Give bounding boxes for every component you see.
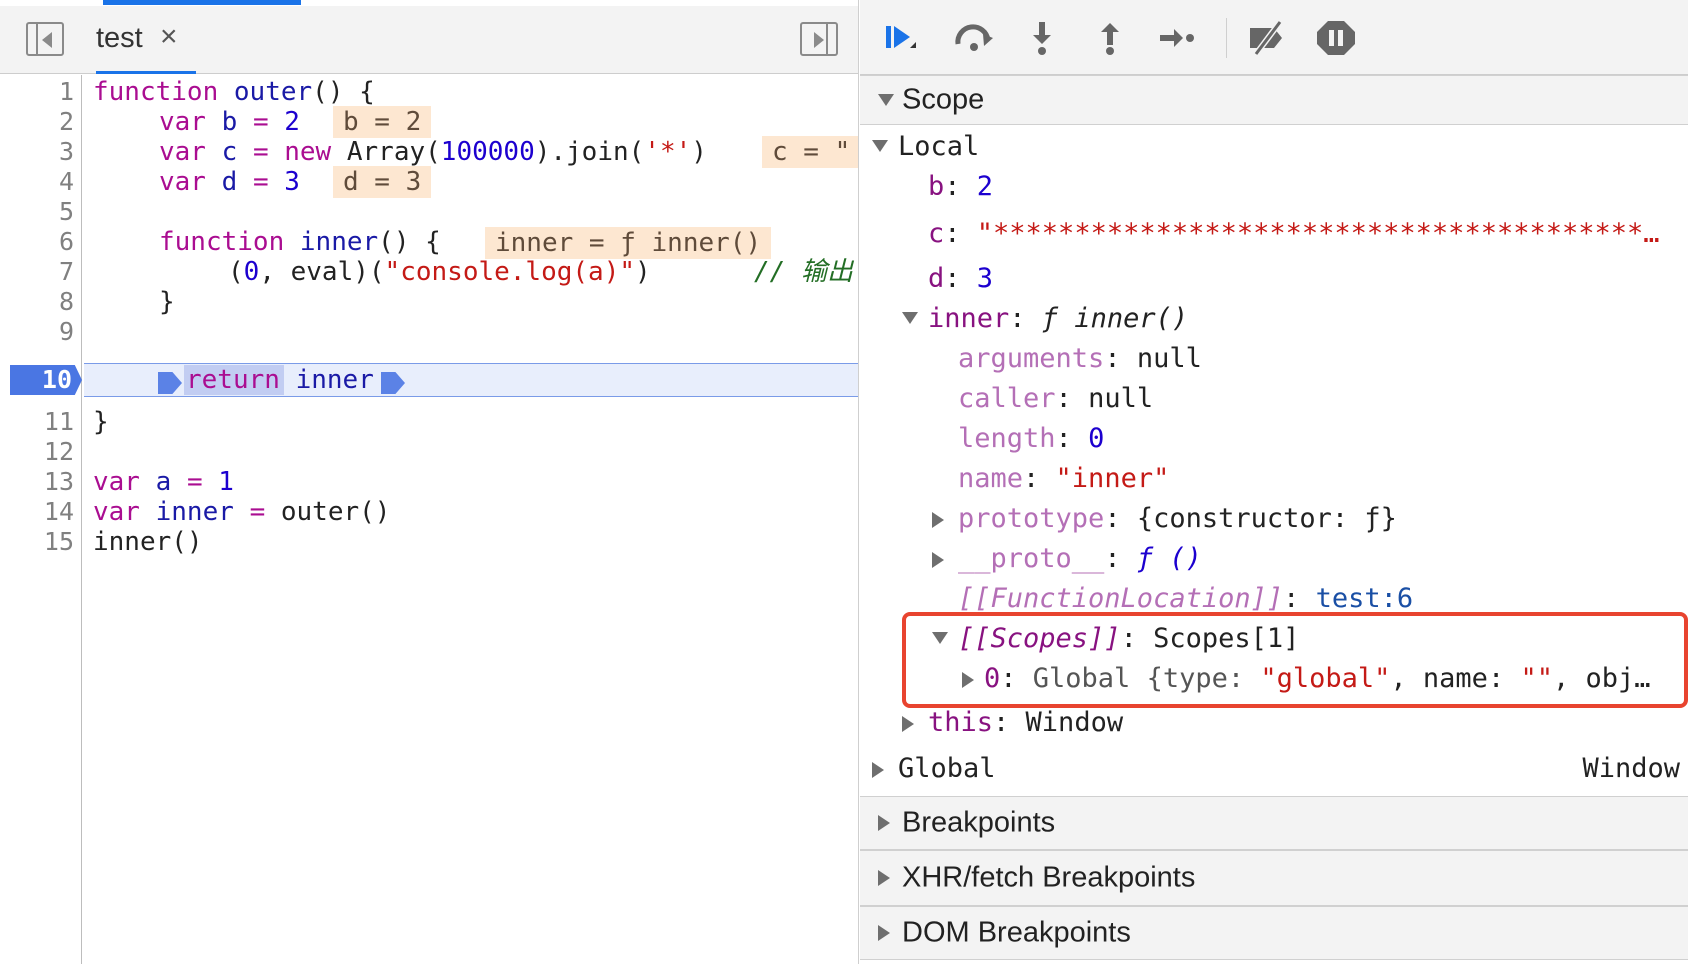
line-number[interactable]: 11 bbox=[0, 406, 74, 438]
line-gutter[interactable]: 1 2 3 4 5 6 7 8 9 11 12 13 14 15 bbox=[0, 75, 82, 964]
scope-var-inner[interactable]: inner: ƒ inner() bbox=[902, 302, 1188, 336]
scope-section-header[interactable]: Scope bbox=[860, 75, 1688, 125]
prop-proto[interactable]: __proto__: ƒ () bbox=[932, 542, 1202, 576]
scope-global-label: Global bbox=[898, 753, 996, 784]
paused-line-number: 10 bbox=[41, 365, 72, 394]
close-tab-icon[interactable]: × bbox=[160, 20, 178, 54]
sources-panel: test × 1 2 3 4 5 6 7 8 9 11 12 13 14 15 … bbox=[0, 0, 859, 964]
active-panel-indicator bbox=[103, 0, 301, 5]
expanded-arrow-icon bbox=[902, 312, 918, 324]
code-line-8: } bbox=[159, 287, 175, 317]
collapsed-arrow-icon bbox=[878, 925, 890, 941]
code-line-13: var a = 1 bbox=[93, 467, 234, 497]
line-number[interactable]: 13 bbox=[0, 466, 74, 498]
collapsed-arrow-icon bbox=[962, 672, 974, 688]
expanded-arrow-icon bbox=[878, 94, 894, 106]
deactivate-breakpoints-icon[interactable] bbox=[1246, 18, 1290, 58]
code-editor[interactable]: 1 2 3 4 5 6 7 8 9 11 12 13 14 15 10 func… bbox=[0, 75, 858, 964]
code-line-14: var inner = outer() bbox=[93, 497, 391, 527]
code-line-1: function outer() { bbox=[93, 77, 375, 107]
scope-global[interactable]: Global Window bbox=[872, 752, 1680, 786]
scope-section-title: Scope bbox=[902, 83, 985, 116]
editor-tab-bar: test × bbox=[0, 6, 858, 74]
tab-test[interactable]: test × bbox=[96, 6, 196, 74]
scope-var-b[interactable]: b: 2 bbox=[928, 170, 993, 204]
prop-arguments[interactable]: arguments: null bbox=[958, 342, 1202, 376]
dom-breakpoints-section-title: DOM Breakpoints bbox=[902, 916, 1131, 949]
inline-value-d: d = 3 bbox=[333, 166, 432, 198]
prop-name[interactable]: name: "inner" bbox=[958, 462, 1169, 496]
code-line-10: return inner bbox=[186, 365, 374, 395]
collapsed-arrow-icon bbox=[878, 815, 890, 831]
inline-value-inner: inner = ƒ inner() bbox=[485, 227, 772, 259]
xhr-breakpoints-section-title: XHR/fetch Breakpoints bbox=[902, 861, 1196, 894]
resume-icon[interactable] bbox=[882, 18, 926, 58]
line-number[interactable]: 14 bbox=[0, 496, 74, 528]
expanded-arrow-icon bbox=[932, 632, 948, 644]
prop-scope-0[interactable]: 0: Global {type: "global", name: "", obj… bbox=[962, 662, 1651, 696]
line-number[interactable]: 9 bbox=[0, 316, 74, 348]
code-line-2: var b = 2 bbox=[159, 107, 300, 137]
pause-on-exceptions-icon[interactable] bbox=[1314, 18, 1358, 58]
collapsed-arrow-icon bbox=[872, 762, 884, 778]
dom-breakpoints-section-header[interactable]: DOM Breakpoints bbox=[860, 906, 1688, 960]
scope-local-label: Local bbox=[898, 131, 980, 162]
toggle-navigator-icon[interactable] bbox=[26, 22, 64, 56]
expanded-arrow-icon bbox=[872, 140, 888, 152]
scope-var-d[interactable]: d: 3 bbox=[928, 262, 993, 296]
prop-function-location[interactable]: [[FunctionLocation]]: test:6 bbox=[958, 582, 1413, 616]
collapsed-arrow-icon bbox=[932, 512, 944, 528]
prop-length[interactable]: length: 0 bbox=[958, 422, 1104, 456]
line-number[interactable]: 6 bbox=[0, 226, 74, 258]
code-line-11: } bbox=[93, 407, 109, 437]
breakpoints-section-header[interactable]: Breakpoints bbox=[860, 796, 1688, 850]
step-over-icon[interactable] bbox=[952, 18, 996, 58]
toolbar-separator bbox=[1226, 18, 1227, 58]
debugger-toolbar bbox=[860, 0, 1688, 75]
line-number[interactable]: 7 bbox=[0, 256, 74, 288]
line-number[interactable]: 3 bbox=[0, 136, 74, 168]
collapsed-arrow-icon bbox=[902, 716, 914, 732]
prop-prototype[interactable]: prototype: {constructor: ƒ} bbox=[932, 502, 1397, 536]
collapsed-arrow-icon bbox=[932, 552, 944, 568]
scope-var-c[interactable]: c: "************************************… bbox=[928, 217, 1660, 251]
inline-value-b: b = 2 bbox=[333, 106, 432, 138]
code-line-4: var d = 3 bbox=[159, 167, 300, 197]
code-line-6: function inner() { bbox=[159, 227, 441, 257]
code-line-15: inner() bbox=[93, 527, 203, 557]
inline-value-c: c = " bbox=[762, 136, 858, 168]
line-number[interactable]: 1 bbox=[0, 76, 74, 108]
line-number[interactable]: 4 bbox=[0, 166, 74, 198]
line-number[interactable]: 12 bbox=[0, 436, 74, 468]
step-icon[interactable] bbox=[1156, 18, 1200, 58]
line-number[interactable]: 8 bbox=[0, 286, 74, 318]
scope-local[interactable]: Local bbox=[872, 130, 979, 164]
step-out-icon[interactable] bbox=[1088, 18, 1132, 58]
xhr-breakpoints-section-header[interactable]: XHR/fetch Breakpoints bbox=[860, 850, 1688, 906]
prop-caller[interactable]: caller: null bbox=[958, 382, 1153, 416]
line-number[interactable]: 15 bbox=[0, 526, 74, 558]
code-comment: // 输出 bbox=[754, 257, 853, 287]
step-into-icon[interactable] bbox=[1020, 18, 1064, 58]
code-line-7: (0, eval)("console.log(a)") bbox=[228, 257, 651, 287]
tab-label: test bbox=[96, 22, 143, 54]
prop-scopes[interactable]: [[Scopes]]: Scopes[1] bbox=[932, 622, 1299, 656]
scope-global-value: Window bbox=[1582, 753, 1680, 784]
line-number[interactable]: 2 bbox=[0, 106, 74, 138]
line-number[interactable]: 5 bbox=[0, 196, 74, 228]
debugger-sidebar: Scope Local b: 2 c: "*******************… bbox=[860, 0, 1688, 964]
toggle-debugger-icon[interactable] bbox=[800, 22, 838, 56]
collapsed-arrow-icon bbox=[878, 870, 890, 886]
breakpoints-section-title: Breakpoints bbox=[902, 806, 1056, 839]
scope-var-this[interactable]: this: Window bbox=[902, 706, 1123, 740]
breakpoint-marker[interactable]: 10 bbox=[10, 365, 82, 395]
code-line-3: var c = new Array(100000).join('*') bbox=[159, 137, 707, 167]
